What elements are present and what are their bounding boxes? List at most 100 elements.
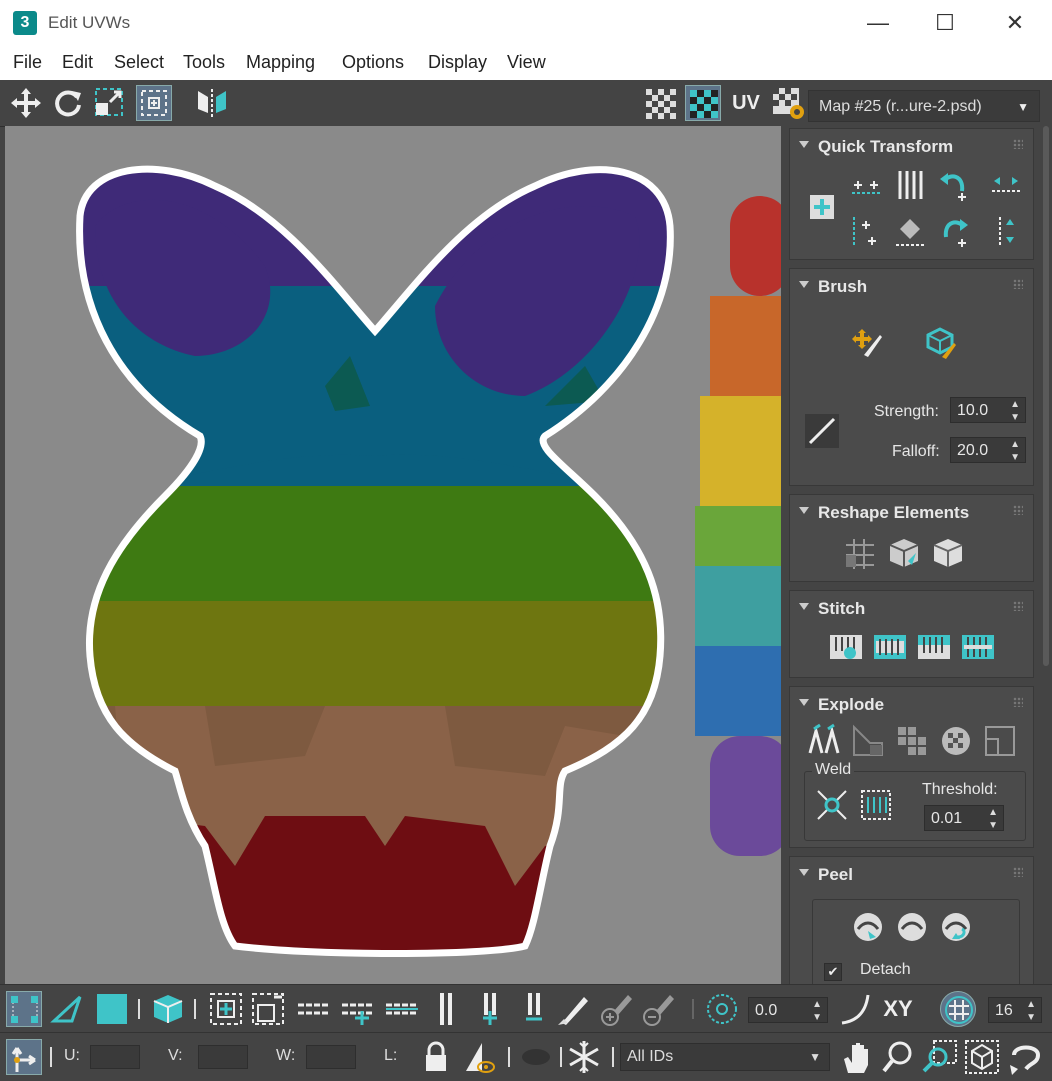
caret-down-icon[interactable]: [799, 869, 809, 876]
flatten-by-polygon-icon[interactable]: [894, 723, 930, 759]
rollout-title[interactable]: Quick Transform: [818, 137, 953, 157]
scale-icon[interactable]: [92, 85, 128, 121]
vertex-mode-icon[interactable]: [6, 991, 42, 1027]
u-field[interactable]: [90, 1045, 140, 1069]
straighten-icon[interactable]: [842, 535, 878, 571]
menu-edit[interactable]: Edit: [62, 52, 93, 73]
rotation-spinner[interactable]: 0.0 ▲ ▼: [748, 997, 828, 1023]
distribute-horizontal-icon[interactable]: [988, 167, 1024, 203]
caret-down-icon[interactable]: [799, 507, 809, 514]
absolute-offset-icon[interactable]: [6, 1039, 42, 1075]
ring-shrink-icon[interactable]: [516, 991, 552, 1027]
paint-select-icon[interactable]: [556, 991, 592, 1027]
xy-toggle[interactable]: XY: [880, 991, 916, 1027]
help-icon[interactable]: [1008, 1039, 1044, 1075]
align-center-icon[interactable]: [892, 213, 928, 249]
caret-down-icon[interactable]: [799, 699, 809, 706]
spinner-arrows-icon[interactable]: ▲ ▼: [1010, 438, 1020, 464]
stitch-to-source-icon[interactable]: [960, 629, 996, 665]
paint-relax-icon[interactable]: [922, 325, 958, 361]
grip-icon[interactable]: [1013, 601, 1023, 611]
quick-peel-icon[interactable]: [850, 909, 886, 945]
rollout-title[interactable]: Peel: [818, 865, 853, 885]
v-field[interactable]: [198, 1045, 248, 1069]
break-icon[interactable]: [806, 723, 842, 759]
shrink-selection-icon[interactable]: [250, 991, 286, 1027]
align-vertical-icon[interactable]: [892, 167, 928, 203]
move-icon[interactable]: [8, 85, 44, 121]
checker-pattern-icon[interactable]: [642, 85, 678, 121]
element-mode-icon[interactable]: [150, 991, 186, 1027]
reset-peel-icon[interactable]: [938, 909, 974, 945]
distribute-vertical-icon[interactable]: [988, 213, 1024, 249]
caret-down-icon[interactable]: [799, 141, 809, 148]
rollout-title[interactable]: Stitch: [818, 599, 865, 619]
mirror-icon[interactable]: [194, 85, 230, 121]
relax-until-flat-icon[interactable]: [886, 535, 922, 571]
unhide-icon[interactable]: [518, 1039, 554, 1075]
lock-icon[interactable]: [418, 1039, 454, 1075]
rotate-ccw-icon[interactable]: [936, 167, 972, 203]
menu-tools[interactable]: Tools: [183, 52, 225, 73]
w-field[interactable]: [306, 1045, 356, 1069]
hide-icon[interactable]: [462, 1039, 498, 1075]
menu-select[interactable]: Select: [114, 52, 164, 73]
menu-view[interactable]: View: [507, 52, 546, 73]
ids-dropdown[interactable]: All IDs ▼: [620, 1043, 830, 1071]
rotate-cw-icon[interactable]: [936, 213, 972, 249]
grip-icon[interactable]: [1013, 139, 1023, 149]
falloff-type-icon[interactable]: [838, 991, 874, 1027]
uv-canvas[interactable]: [5, 126, 781, 984]
grow-selection-icon[interactable]: [208, 991, 244, 1027]
freeform-icon[interactable]: [136, 85, 172, 121]
uv-toggle[interactable]: UV: [728, 85, 764, 121]
rotate-icon[interactable]: [50, 85, 86, 121]
pan-icon[interactable]: [838, 1039, 874, 1075]
grip-icon[interactable]: [1013, 697, 1023, 707]
grip-icon[interactable]: [1013, 867, 1023, 877]
weld-selected-icon[interactable]: [858, 787, 894, 823]
menu-file[interactable]: File: [13, 52, 42, 73]
grid-size-spinner[interactable]: 16 ▲ ▼: [988, 997, 1042, 1023]
ring-select-icon[interactable]: [384, 991, 420, 1027]
soft-selection-icon[interactable]: [704, 991, 740, 1027]
align-left-icon[interactable]: [848, 213, 884, 249]
pivot-icon[interactable]: [804, 189, 840, 225]
loop-grow-icon[interactable]: [340, 991, 376, 1027]
grip-icon[interactable]: [1013, 279, 1023, 289]
grip-icon[interactable]: [1013, 505, 1023, 515]
falloff-spinner[interactable]: 20.0 ▲ ▼: [950, 437, 1026, 463]
zoom-region-icon[interactable]: [922, 1039, 958, 1075]
stitch-custom-icon[interactable]: [828, 629, 864, 665]
face-mode-icon[interactable]: [94, 991, 130, 1027]
maximize-button[interactable]: ☐: [923, 6, 967, 40]
paint-move-icon[interactable]: [850, 325, 886, 361]
ring-grow-icon[interactable]: [472, 991, 508, 1027]
spinner-arrows-icon[interactable]: ▲ ▼: [988, 806, 998, 832]
threshold-spinner[interactable]: 0.01 ▲ ▼: [924, 805, 1004, 831]
stitch-to-target-icon[interactable]: [872, 629, 908, 665]
caret-down-icon[interactable]: [799, 603, 809, 610]
zoom-icon[interactable]: [880, 1039, 916, 1075]
menu-display[interactable]: Display: [428, 52, 487, 73]
flatten-by-material-icon[interactable]: [938, 723, 974, 759]
freeze-icon[interactable]: [566, 1039, 602, 1075]
spinner-arrows-icon[interactable]: ▲ ▼: [812, 998, 822, 1024]
rollout-title[interactable]: Explode: [818, 695, 884, 715]
rollout-title[interactable]: Brush: [818, 277, 867, 297]
show-map-icon[interactable]: [685, 85, 721, 121]
map-dropdown[interactable]: Map #25 (r...ure-2.psd) ▼: [808, 90, 1040, 122]
zoom-extents-icon[interactable]: [964, 1039, 1000, 1075]
spinner-arrows-icon[interactable]: ▲ ▼: [1010, 398, 1020, 424]
flatten-by-smoothing-icon[interactable]: [982, 723, 1018, 759]
ring-vertical-icon[interactable]: [428, 991, 464, 1027]
minimize-button[interactable]: —: [856, 6, 900, 40]
align-horizontal-icon[interactable]: [848, 167, 884, 203]
uv-viewport[interactable]: [5, 126, 781, 984]
snap-grid-icon[interactable]: [940, 991, 976, 1027]
map-settings-icon[interactable]: [770, 85, 806, 121]
edge-mode-icon[interactable]: [50, 991, 86, 1027]
strength-spinner[interactable]: 10.0 ▲ ▼: [950, 397, 1026, 423]
falloff-curve-icon[interactable]: [804, 413, 840, 449]
relax-icon[interactable]: [930, 535, 966, 571]
